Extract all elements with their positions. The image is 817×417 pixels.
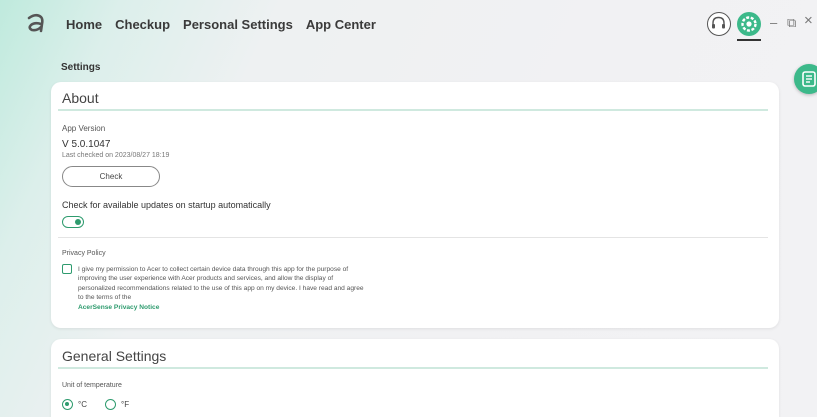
check-update-button[interactable]: Check xyxy=(62,166,160,187)
close-button[interactable]: × xyxy=(804,13,813,28)
privacy-divider xyxy=(58,237,768,238)
floating-notes-button[interactable] xyxy=(794,64,817,94)
privacy-consent-checkbox[interactable] xyxy=(62,264,72,274)
privacy-consent-body: I give my permission to Acer to collect … xyxy=(78,266,364,302)
app-version-value: V 5.0.1047 xyxy=(62,139,111,150)
general-settings-title: General Settings xyxy=(62,348,167,364)
notes-icon xyxy=(802,71,816,87)
nav-home[interactable]: Home xyxy=(66,17,102,32)
privacy-consent-text: I give my permission to Acer to collect … xyxy=(78,265,368,312)
gear-icon xyxy=(741,16,757,32)
main-nav: Home Checkup Personal Settings App Cente… xyxy=(66,17,376,32)
fahrenheit-option[interactable]: °F xyxy=(105,399,129,410)
privacy-policy-label: Privacy Policy xyxy=(62,250,106,257)
support-button[interactable] xyxy=(707,12,731,36)
general-settings-card: General Settings Unit of temperature °C … xyxy=(51,339,779,417)
headset-icon xyxy=(712,16,725,29)
nav-app-center[interactable]: App Center xyxy=(306,17,376,32)
app-version-label: App Version xyxy=(62,124,106,133)
fahrenheit-radio[interactable] xyxy=(105,399,116,410)
privacy-notice-link[interactable]: AcerSense Privacy Notice xyxy=(78,304,159,311)
active-tab-indicator xyxy=(737,39,761,41)
nav-checkup[interactable]: Checkup xyxy=(115,17,170,32)
title-bar: Home Checkup Personal Settings App Cente… xyxy=(0,0,817,48)
celsius-option[interactable]: °C xyxy=(62,399,87,410)
celsius-radio[interactable] xyxy=(62,399,73,410)
celsius-label: °C xyxy=(78,400,87,409)
about-divider xyxy=(58,109,768,111)
auto-update-label: Check for available updates on startup a… xyxy=(62,200,271,210)
fahrenheit-label: °F xyxy=(121,400,130,409)
auto-update-toggle[interactable] xyxy=(62,216,84,228)
minimize-button[interactable]: – xyxy=(770,16,777,30)
about-title: About xyxy=(62,90,99,106)
settings-button[interactable] xyxy=(737,12,761,36)
restore-button[interactable]: ⧉ xyxy=(787,16,796,30)
page-title: Settings xyxy=(61,62,101,73)
last-checked-text: Last checked on 2023/08/27 18:19 xyxy=(62,152,170,159)
about-card: About App Version V 5.0.1047 Last checke… xyxy=(51,82,779,328)
acer-logo-icon xyxy=(27,13,44,33)
general-divider xyxy=(58,367,768,369)
unit-of-temperature-label: Unit of temperature xyxy=(62,382,122,389)
toggle-knob xyxy=(75,218,81,225)
nav-personal-settings[interactable]: Personal Settings xyxy=(183,17,293,32)
